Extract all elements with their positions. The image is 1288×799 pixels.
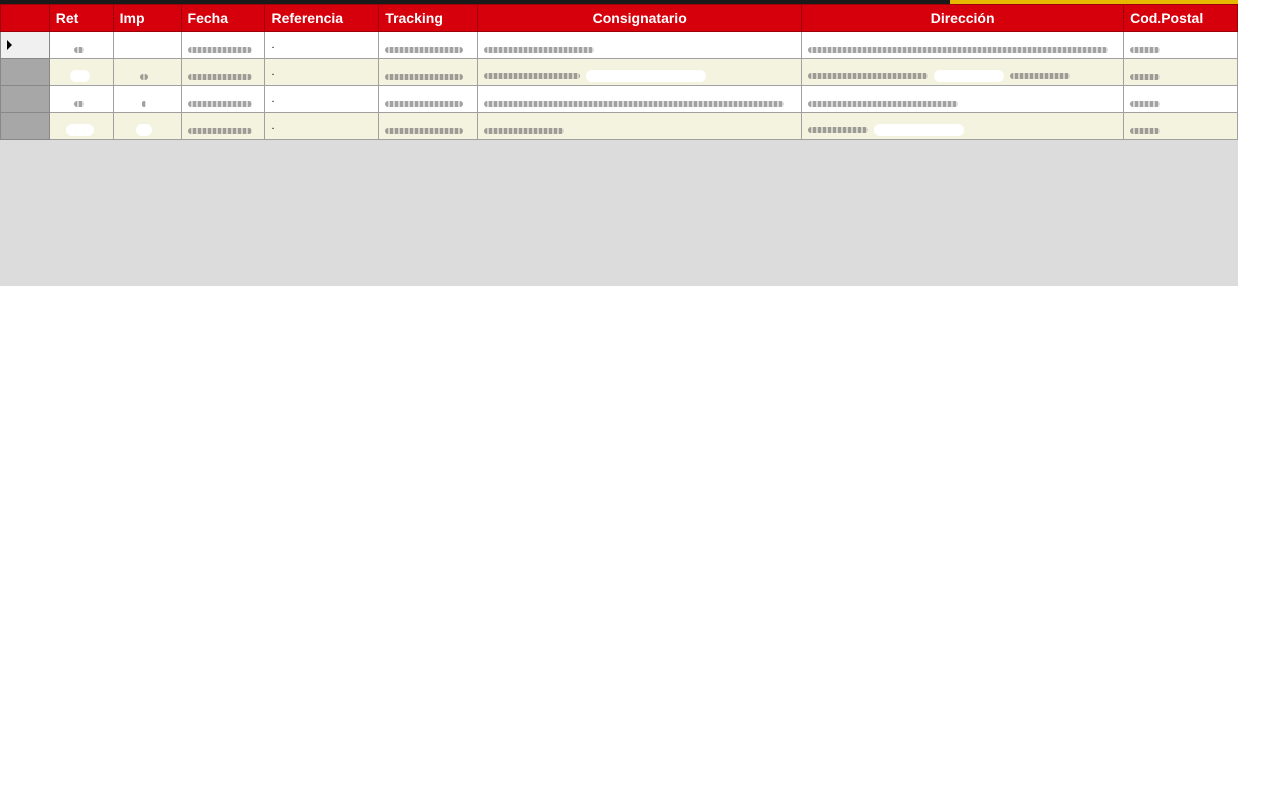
table-row[interactable]: . <box>0 112 1238 140</box>
blurred-text <box>1130 74 1161 80</box>
cell-imp[interactable] <box>112 31 182 59</box>
blurred-text <box>187 74 252 80</box>
redaction-mark <box>934 69 1005 82</box>
cell-ret[interactable] <box>48 58 114 86</box>
cell-direccion[interactable] <box>801 85 1125 113</box>
blurred-text <box>1130 47 1161 53</box>
redaction-mark <box>65 123 94 136</box>
cell-imp[interactable] <box>112 58 182 86</box>
cell-cod-postal[interactable] <box>1123 31 1238 59</box>
blurred-text <box>187 128 252 134</box>
cell-direccion[interactable] <box>801 31 1125 59</box>
cell-cod-postal[interactable] <box>1123 58 1238 86</box>
blurred-text <box>385 74 464 80</box>
cell-referencia[interactable]: . <box>264 112 380 140</box>
blurred-text <box>1130 101 1161 107</box>
cell-tracking[interactable] <box>378 85 479 113</box>
blurred-text <box>484 47 595 53</box>
row-selector[interactable] <box>0 58 50 86</box>
blurred-text <box>385 101 464 107</box>
blurred-text <box>484 128 565 134</box>
cell-tracking[interactable] <box>378 112 479 140</box>
column-header-ret[interactable]: Ret <box>48 4 114 32</box>
redaction-mark <box>69 69 90 82</box>
redaction-mark <box>586 69 707 82</box>
row-selector-header <box>0 4 50 32</box>
column-header-fecha[interactable]: Fecha <box>180 4 266 32</box>
cell-tracking[interactable] <box>378 31 479 59</box>
blurred-text <box>141 101 146 107</box>
blurred-text <box>808 72 929 79</box>
shipments-table[interactable]: Ret Imp Fecha Referencia Tracking Consig… <box>0 4 1238 140</box>
cell-consignatario[interactable] <box>477 31 803 59</box>
row-selector[interactable] <box>0 31 50 59</box>
data-grid[interactable]: Ret Imp Fecha Referencia Tracking Consig… <box>0 0 1238 286</box>
blurred-text <box>73 101 84 107</box>
column-header-direccion[interactable]: Dirección <box>801 4 1125 32</box>
blurred-text <box>1130 128 1161 134</box>
column-header-cod-postal[interactable]: Cod.Postal <box>1123 4 1238 32</box>
cell-imp[interactable] <box>112 85 182 113</box>
blurred-text <box>808 47 1109 53</box>
blurred-text <box>1010 72 1071 79</box>
blurred-text <box>187 101 252 107</box>
blurred-text <box>808 101 959 107</box>
blurred-text <box>385 47 464 53</box>
cell-tracking[interactable] <box>378 58 479 86</box>
cell-consignatario[interactable] <box>477 58 803 86</box>
current-row-arrow-icon <box>7 40 12 50</box>
blurred-text <box>73 47 84 53</box>
column-header-referencia[interactable]: Referencia <box>264 4 380 32</box>
cell-cod-postal[interactable] <box>1123 112 1238 140</box>
blurred-text <box>139 74 148 80</box>
blurred-text <box>808 126 869 133</box>
header-row: Ret Imp Fecha Referencia Tracking Consig… <box>0 4 1238 32</box>
table-row[interactable]: . <box>0 85 1238 113</box>
row-selector[interactable] <box>0 85 50 113</box>
cell-referencia[interactable]: . <box>264 85 380 113</box>
cell-direccion[interactable] <box>801 112 1125 140</box>
row-selector[interactable] <box>0 112 50 140</box>
blurred-text <box>484 72 581 79</box>
cell-ret[interactable] <box>48 31 114 59</box>
cell-fecha[interactable] <box>180 58 266 86</box>
cell-fecha[interactable] <box>180 31 266 59</box>
cell-consignatario[interactable] <box>477 85 803 113</box>
cell-imp[interactable] <box>112 112 182 140</box>
blurred-text <box>484 101 785 107</box>
column-header-tracking[interactable]: Tracking <box>378 4 479 32</box>
cell-ret[interactable] <box>48 112 114 140</box>
cell-referencia[interactable]: . <box>264 58 380 86</box>
cell-referencia[interactable]: . <box>264 31 380 59</box>
redaction-mark <box>874 123 965 136</box>
cell-consignatario[interactable] <box>477 112 803 140</box>
redaction-mark <box>135 123 152 136</box>
cell-ret[interactable] <box>48 85 114 113</box>
blurred-text <box>187 47 252 53</box>
table-row[interactable]: . <box>0 31 1238 59</box>
cell-cod-postal[interactable] <box>1123 85 1238 113</box>
column-header-imp[interactable]: Imp <box>112 4 182 32</box>
cell-fecha[interactable] <box>180 85 266 113</box>
cell-fecha[interactable] <box>180 112 266 140</box>
table-row[interactable]: . <box>0 58 1238 86</box>
blurred-text <box>385 128 464 134</box>
cell-direccion[interactable] <box>801 58 1125 86</box>
column-header-consignatario[interactable]: Consignatario <box>477 4 803 32</box>
